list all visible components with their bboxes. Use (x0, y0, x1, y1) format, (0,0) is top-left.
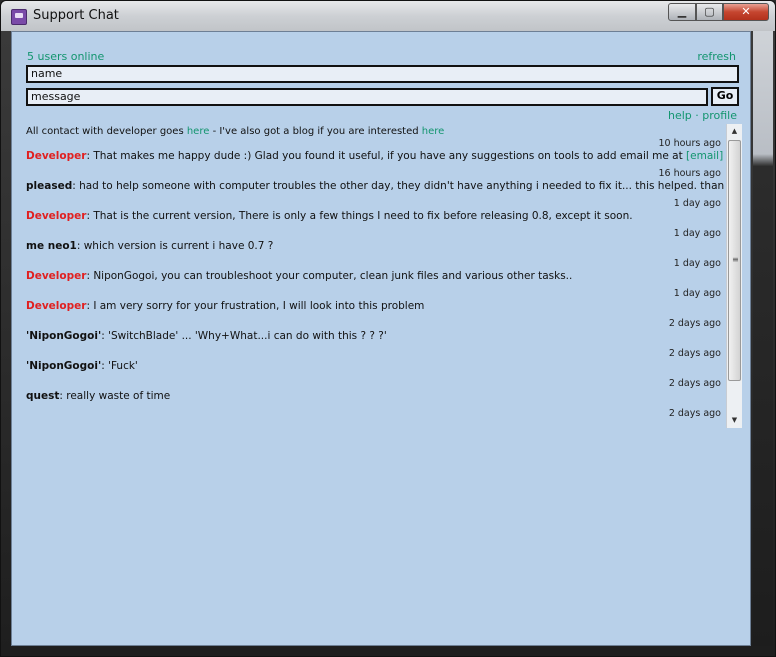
chat-message: 2 days ago 'NiponGogoi': 'Fuck' (26, 348, 724, 390)
message-author: 'NiponGogoi' (26, 360, 102, 372)
window-frame-right (753, 31, 773, 646)
message-input[interactable]: message (26, 88, 708, 106)
chat-message: 1 day ago Developer: That is the current… (26, 198, 724, 240)
chat-message: 1 day ago Developer: NiponGogoi, you can… (26, 258, 724, 300)
message-time: 1 day ago (673, 198, 721, 209)
message-author: quest (26, 390, 60, 402)
message-text: : which version is current i have 0.7 ? (76, 240, 274, 252)
message-author: Developer (26, 300, 87, 312)
scroll-thumb[interactable]: ≡ (728, 140, 741, 381)
refresh-link[interactable]: refresh (697, 50, 736, 63)
email-link[interactable]: [email] (686, 150, 723, 162)
chat-message-footer: 2 days ago (26, 408, 724, 428)
message-text: : had to help someone with computer trou… (72, 180, 724, 192)
message-text: : really waste of time (59, 390, 171, 402)
chat-scrollbar[interactable]: ▲ ≡ ▼ (726, 124, 742, 428)
window-title: Support Chat (33, 8, 119, 23)
message-text: : That makes me happy dude :) Glad you f… (86, 150, 687, 162)
link-separator: · (695, 109, 699, 122)
message-author: Developer (26, 210, 87, 222)
intro-text-1: All contact with developer goes (26, 126, 187, 137)
message-author: me neo1 (26, 240, 77, 252)
name-input[interactable]: name (26, 65, 739, 83)
message-author: pleased (26, 180, 73, 192)
message-text: : 'SwitchBlade' ... 'Why+What...i can do… (101, 330, 387, 342)
chat-message: 2 days ago quest: really waste of time (26, 378, 724, 420)
chat-message: 1 day ago me neo1: which version is curr… (26, 228, 724, 270)
message-time: 16 hours ago (658, 168, 721, 179)
message-author: Developer (26, 270, 87, 282)
chat-app-icon (11, 9, 27, 25)
message-text: : 'Fuck' (101, 360, 138, 372)
grip-icon: ≡ (732, 255, 739, 264)
help-profile-links: help · profile (668, 109, 737, 122)
message-text: : NiponGogoi, you can troubleshoot your … (86, 270, 573, 282)
message-time: 2 days ago (668, 378, 721, 389)
scroll-down-icon[interactable]: ▼ (727, 413, 742, 428)
chat-message: 16 hours ago pleased: had to help someon… (26, 168, 724, 210)
go-button[interactable]: Go (711, 87, 739, 106)
message-time: 1 day ago (673, 288, 721, 299)
blog-link[interactable]: here (422, 126, 445, 137)
message-author: Developer (26, 150, 87, 162)
scroll-up-icon[interactable]: ▲ (727, 124, 742, 139)
minimize-button[interactable]: ▁ (668, 3, 696, 21)
chat-message: 2 days ago 'NiponGogoi': 'SwitchBlade' .… (26, 318, 724, 360)
contact-link[interactable]: here (187, 126, 210, 137)
title-bar[interactable]: Support Chat ▁ ▢ ✕ (1, 1, 775, 31)
message-text: : That is the current version, There is … (86, 210, 633, 222)
chat-message: 1 day ago Developer: I am very sorry for… (26, 288, 724, 330)
message-time: 10 hours ago (658, 138, 721, 149)
chat-panel: 5 users online refresh name message Go h… (11, 31, 751, 646)
message-author: 'NiponGogoi' (26, 330, 102, 342)
message-time: 2 days ago (668, 318, 721, 329)
chat-messages[interactable]: All contact with developer goes here - I… (26, 124, 724, 428)
online-count: 5 users online (27, 50, 105, 63)
message-text: : I am very sorry for your frustration, … (86, 300, 425, 312)
help-link[interactable]: help (668, 109, 692, 122)
intro-text-2: - I've also got a blog if you are intere… (209, 126, 422, 137)
close-button[interactable]: ✕ (723, 3, 769, 21)
intro-line: All contact with developer goes here - I… (26, 126, 724, 150)
maximize-button[interactable]: ▢ (696, 3, 723, 21)
chat-message: 10 hours ago Developer: That makes me ha… (26, 138, 724, 180)
message-time: 2 days ago (668, 408, 721, 419)
message-time: 1 day ago (673, 258, 721, 269)
message-time: 1 day ago (673, 228, 721, 239)
message-time: 2 days ago (668, 348, 721, 359)
chat-window: Support Chat ▁ ▢ ✕ 5 users online refres… (0, 0, 776, 657)
profile-link[interactable]: profile (702, 109, 737, 122)
